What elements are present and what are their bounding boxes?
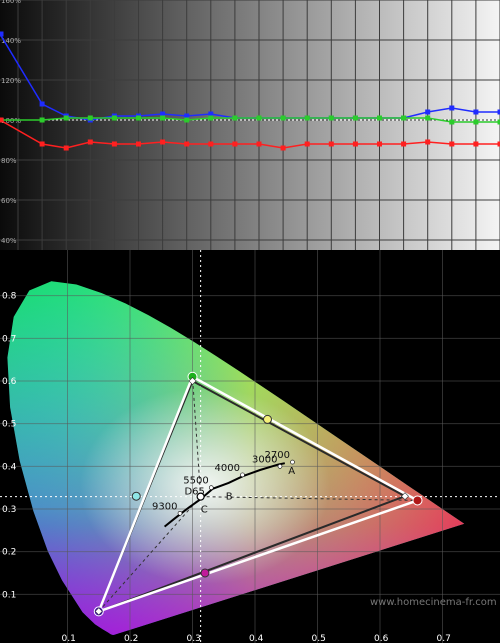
rgb-data-point <box>111 141 117 147</box>
magenta-secondary-marker <box>200 568 210 578</box>
cie-y-tick-label: 0.4 <box>2 462 17 472</box>
cie-x-tick-label: 0.2 <box>124 634 138 643</box>
cie-x-tick-label: 0.4 <box>249 634 264 643</box>
rgb-balance-chart: 160%140%120%100%80%60%40% <box>0 0 500 250</box>
cie-y-tick-label: 0.3 <box>2 505 16 515</box>
calibration-report: 160% 140% 120% 100% 80% 60% 40% 0.1 0.2 … <box>0 0 500 643</box>
rgb-data-point <box>256 141 262 147</box>
rgb-data-point <box>160 115 166 121</box>
cie-x-tick-label: 0.3 <box>187 634 201 643</box>
cie-y-tick-label: 0.5 <box>2 420 16 430</box>
cie-gamut-chart: 0.1 0.2 0.3 0.4 0.5 0.6 0.7 0.8 0.7 0.6 0.5 0.4 0.3 0… <box>0 250 500 643</box>
rgb-data-point <box>449 119 455 125</box>
rgb-data-point <box>87 115 93 121</box>
rgb-data-point <box>449 141 455 147</box>
rgb-data-point <box>232 115 238 121</box>
rgb-data-point <box>136 141 141 147</box>
rgb-data-point <box>328 115 334 121</box>
rgb-data-point <box>425 109 431 115</box>
rgb-data-point <box>208 141 214 147</box>
rgb-data-point <box>160 139 166 145</box>
rgb-data-point <box>425 139 431 145</box>
rgb-y-tick-label: 160% <box>1 0 21 5</box>
watermark: www.homecinema-fr.com <box>370 597 497 608</box>
rgb-data-point <box>304 115 310 121</box>
illuminant-label: B <box>226 492 233 503</box>
cct-marker <box>290 459 295 465</box>
rgb-data-point <box>63 115 69 121</box>
rgb-data-point <box>401 141 407 147</box>
cct-marker <box>177 510 183 516</box>
white-point-marker <box>196 492 205 501</box>
rgb-data-point <box>280 145 286 151</box>
rgb-y-tick-label: 80% <box>1 157 17 165</box>
rgb-data-point <box>401 115 407 121</box>
rgb-data-point <box>352 115 358 121</box>
rgb-data-point <box>63 145 69 151</box>
rgb-data-point <box>328 141 334 147</box>
cct-marker <box>208 485 214 490</box>
cct-label: 3000 <box>252 454 277 465</box>
cct-label: 4000 <box>215 463 240 474</box>
rgb-data-point <box>39 117 45 123</box>
rgb-data-point <box>208 115 214 121</box>
illuminant-label: C <box>201 504 208 515</box>
rgb-data-point <box>0 117 4 123</box>
cie-x-tick-label: 0.1 <box>62 634 76 643</box>
cie-x-tick-label: 0.6 <box>374 634 389 643</box>
rgb-data-point <box>87 139 93 145</box>
rgb-data-point <box>377 141 382 147</box>
rgb-data-point <box>39 141 45 147</box>
illuminant-label: A <box>288 466 295 477</box>
rgb-y-tick-label: 40% <box>1 237 17 245</box>
red-primary-marker <box>412 495 423 506</box>
cie-x-tick-label: 0.7 <box>437 634 451 643</box>
cct-label: 9300 <box>152 501 177 512</box>
cct-label: 5500 <box>183 476 208 487</box>
rgb-data-point <box>184 117 190 123</box>
rgb-data-point <box>184 141 190 147</box>
cie-x-tick-label: 0.5 <box>312 634 326 643</box>
rgb-y-tick-label: 60% <box>1 197 17 205</box>
cct-marker <box>240 472 245 478</box>
rgb-y-tick-label: 100% <box>1 117 21 125</box>
rgb-data-point <box>256 115 262 121</box>
rgb-data-point <box>473 119 479 125</box>
rgb-data-point <box>232 141 238 147</box>
rgb-data-point <box>473 141 479 147</box>
cie-y-tick-label: 0.1 <box>2 590 16 600</box>
cyan-secondary-marker <box>131 491 141 501</box>
rgb-data-point <box>136 115 141 121</box>
rgb-data-point <box>39 101 45 107</box>
cie-y-tick-label: 0.2 <box>2 548 16 558</box>
rgb-data-point <box>377 115 382 121</box>
rgb-data-point <box>111 115 117 121</box>
rgb-y-tick-label: 120% <box>1 77 21 85</box>
rgb-data-point <box>304 141 310 147</box>
rgb-data-point <box>352 141 358 147</box>
cct-marker <box>277 464 283 469</box>
cie-y-tick-label: 0.7 <box>2 334 16 344</box>
rgb-data-point <box>473 109 479 115</box>
rgb-data-point <box>449 105 455 111</box>
cie-y-tick-label: 0.6 <box>2 377 17 387</box>
rgb-data-point <box>0 31 4 37</box>
cie-y-tick-label: 0.8 <box>2 292 17 302</box>
rgb-data-point <box>425 115 431 121</box>
grey-ramp-background <box>0 0 500 250</box>
yellow-secondary-marker <box>263 414 272 424</box>
rgb-data-point <box>280 115 286 121</box>
